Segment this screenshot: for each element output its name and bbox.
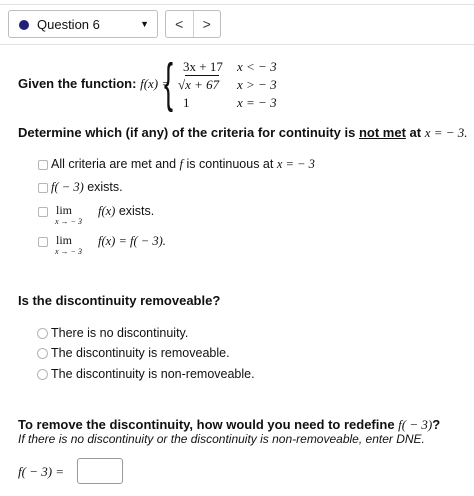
removeable-radio-1[interactable] [37, 328, 48, 339]
criteria-option-1-mid: is continuous at [183, 157, 277, 171]
chevron-left-icon: < [175, 16, 184, 32]
header-top-divider [0, 4, 474, 5]
removeable-option-1: There is no discontinuity. [51, 326, 189, 340]
redefine-math: f( − 3) [398, 417, 433, 432]
criteria-option-3-text: exists. [115, 204, 155, 218]
case3-expression: 1 [183, 95, 190, 110]
case1-condition: x < − 3 [237, 59, 277, 74]
criteria-checkbox-2[interactable] [38, 183, 48, 193]
prev-question-button[interactable]: < [166, 11, 193, 37]
piecewise-brace: { [164, 53, 174, 113]
case2-radicand: x + 67 [185, 75, 220, 92]
case2-condition: x > − 3 [237, 77, 277, 92]
answer-label: f( − 3) = [18, 464, 65, 479]
case1-expression: 3x + 17 [183, 59, 223, 74]
question-status-dot-icon [19, 20, 29, 30]
case2-expression: √x + 67 [178, 75, 220, 93]
redefine-question: To remove the discontinuity, how would y… [18, 417, 440, 433]
removeable-radio-3[interactable] [37, 369, 48, 380]
criteria-checkbox-1[interactable] [38, 160, 48, 170]
chevron-right-icon: > [202, 16, 211, 32]
redefine-suffix: ? [432, 417, 441, 432]
criteria-option-3-sub: x → − 3 [55, 217, 82, 226]
criteria-checkbox-3[interactable] [38, 207, 48, 217]
criteria-option-3-math: f(x) [98, 204, 116, 218]
criteria-option-2-math: f( − 3) [51, 180, 84, 194]
criteria-option-4-math: f(x) = f( − 3). [98, 234, 166, 248]
removeable-option-3: The discontinuity is non-removeable. [51, 367, 255, 381]
criteria-option-1-text: All criteria are met and [51, 157, 180, 171]
function-intro-text: Given the function: [18, 76, 137, 91]
header-bottom-divider [0, 44, 474, 45]
criteria-option-1: All criteria are met and f is continuous… [51, 157, 315, 172]
criteria-option-3-lim: lim [56, 203, 73, 217]
continuity-question-point: x = − 3. [424, 125, 468, 140]
criteria-checkbox-4[interactable] [38, 237, 48, 247]
continuity-question-emphasis: not met [358, 125, 406, 140]
criteria-option-1-point: x = − 3 [276, 157, 315, 171]
case3-condition: x = − 3 [237, 95, 277, 110]
continuity-question-suffix: at [405, 125, 425, 140]
question-label: Question 6 [37, 17, 100, 32]
question-nav: < > [165, 10, 221, 38]
redefine-prefix: To remove the discontinuity, how would y… [18, 417, 399, 432]
criteria-option-4-sub: x → − 3 [55, 247, 82, 256]
continuity-question: Determine which (if any) of the criteria… [18, 125, 468, 141]
removeable-radio-2[interactable] [37, 348, 48, 359]
answer-input[interactable] [77, 458, 123, 484]
criteria-option-2-text: exists. [83, 180, 123, 194]
removeable-option-2: The discontinuity is removeable. [51, 346, 230, 360]
removeable-question: Is the discontinuity removeable? [18, 293, 221, 308]
continuity-question-prefix: Determine which (if any) of the criteria… [18, 125, 359, 140]
dropdown-caret-icon: ▼ [140, 19, 149, 29]
question-select[interactable]: Question 6 ▼ [8, 10, 158, 38]
criteria-option-2: f( − 3) exists. [51, 180, 123, 195]
function-intro: Given the function: f(x) = [18, 76, 170, 92]
criteria-option-3: f(x) exists. [98, 204, 154, 219]
redefine-hint: If there is no discontinuity or the disc… [18, 432, 425, 446]
criteria-option-4-lim: lim [56, 233, 73, 247]
next-question-button[interactable]: > [192, 11, 221, 37]
